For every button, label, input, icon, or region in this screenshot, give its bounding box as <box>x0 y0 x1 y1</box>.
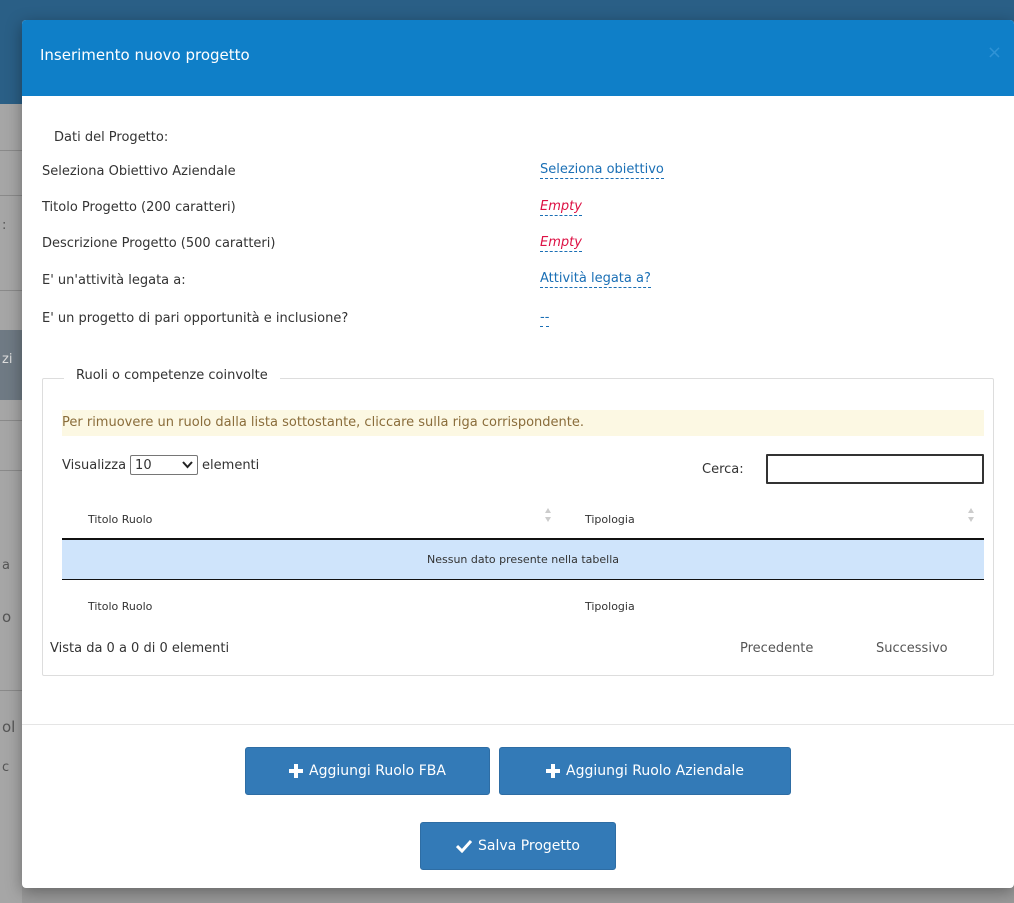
search-input[interactable] <box>766 454 984 484</box>
inclusion-select-link[interactable]: -- <box>540 310 550 327</box>
footer-column-type: Tipologia <box>585 600 635 613</box>
remove-role-notice: Per rimuovere un ruolo dalla lista sotto… <box>62 410 984 436</box>
background-text-fragment: ol <box>2 718 16 736</box>
background-divider <box>0 150 22 151</box>
page-length-value: 10 <box>135 457 152 473</box>
add-company-role-button[interactable]: Aggiungi Ruolo Aziendale <box>499 747 791 795</box>
add-company-role-label: Aggiungi Ruolo Aziendale <box>566 763 744 779</box>
table-empty-row: Nessun dato presente nella tabella <box>62 540 984 579</box>
background-divider <box>0 195 22 196</box>
activity-select-link[interactable]: Attività legata a? <box>540 271 651 288</box>
plus-icon <box>289 764 304 778</box>
footer-column-role-title: Titolo Ruolo <box>88 600 153 613</box>
checkmark-icon <box>456 839 473 853</box>
background-divider <box>0 690 22 691</box>
background-divider <box>0 420 22 421</box>
roles-legend: Ruoli o competenze coinvolte <box>64 368 280 383</box>
field-label-objective: Seleziona Obiettivo Aziendale <box>42 164 236 179</box>
background-text-fragment: c <box>2 760 10 775</box>
chevron-down-icon <box>182 461 193 469</box>
search-label: Cerca: <box>702 462 744 477</box>
sort-icon[interactable] <box>967 506 975 524</box>
background-text-fragment: : <box>2 218 7 233</box>
add-fba-role-button[interactable]: Aggiungi Ruolo FBA <box>245 747 490 795</box>
close-icon[interactable]: × <box>987 42 1002 63</box>
background-text-fragment: o <box>2 608 12 626</box>
column-header-type[interactable]: Tipologia <box>585 513 635 526</box>
plus-icon <box>546 764 561 778</box>
background-divider <box>0 290 22 291</box>
column-header-role-title[interactable]: Titolo Ruolo <box>88 513 152 526</box>
new-project-modal: Inserimento nuovo progetto × Dati del Pr… <box>22 20 1014 888</box>
page-length-control: Visualizza 10 elementi <box>62 455 259 475</box>
description-edit-link[interactable]: Empty <box>540 235 582 252</box>
notice-text: Per rimuovere un ruolo dalla lista sotto… <box>62 415 585 430</box>
length-suffix: elementi <box>202 457 260 473</box>
table-info: Vista da 0 a 0 di 0 elementi <box>50 641 230 656</box>
field-label-description: Descrizione Progetto (500 caratteri) <box>42 236 276 251</box>
project-section-label: Dati del Progetto: <box>54 130 169 145</box>
objective-select-link[interactable]: Seleziona obiettivo <box>540 162 664 179</box>
sort-icon[interactable] <box>544 506 552 524</box>
length-prefix: Visualizza <box>62 457 127 473</box>
background-text-fragment: a <box>2 558 10 573</box>
title-edit-link[interactable]: Empty <box>540 199 582 216</box>
background-text-fragment: zi <box>2 352 13 367</box>
modal-header: Inserimento nuovo progetto × <box>22 20 1014 96</box>
pagination-next[interactable]: Successivo <box>876 641 948 656</box>
field-label-activity: E' un'attività legata a: <box>42 273 186 288</box>
pagination-previous[interactable]: Precedente <box>740 641 813 656</box>
table-footer-border <box>62 579 984 580</box>
page-length-select[interactable]: 10 <box>130 455 199 475</box>
add-fba-role-label: Aggiungi Ruolo FBA <box>309 763 446 779</box>
field-label-title: Titolo Progetto (200 caratteri) <box>42 200 236 215</box>
modal-footer-divider <box>22 724 1014 725</box>
background-divider <box>0 470 22 471</box>
save-project-label: Salva Progetto <box>478 838 580 854</box>
save-project-button[interactable]: Salva Progetto <box>420 822 616 870</box>
modal-title: Inserimento nuovo progetto <box>40 46 250 64</box>
field-label-inclusion: E' un progetto di pari opportunità e inc… <box>42 311 349 326</box>
